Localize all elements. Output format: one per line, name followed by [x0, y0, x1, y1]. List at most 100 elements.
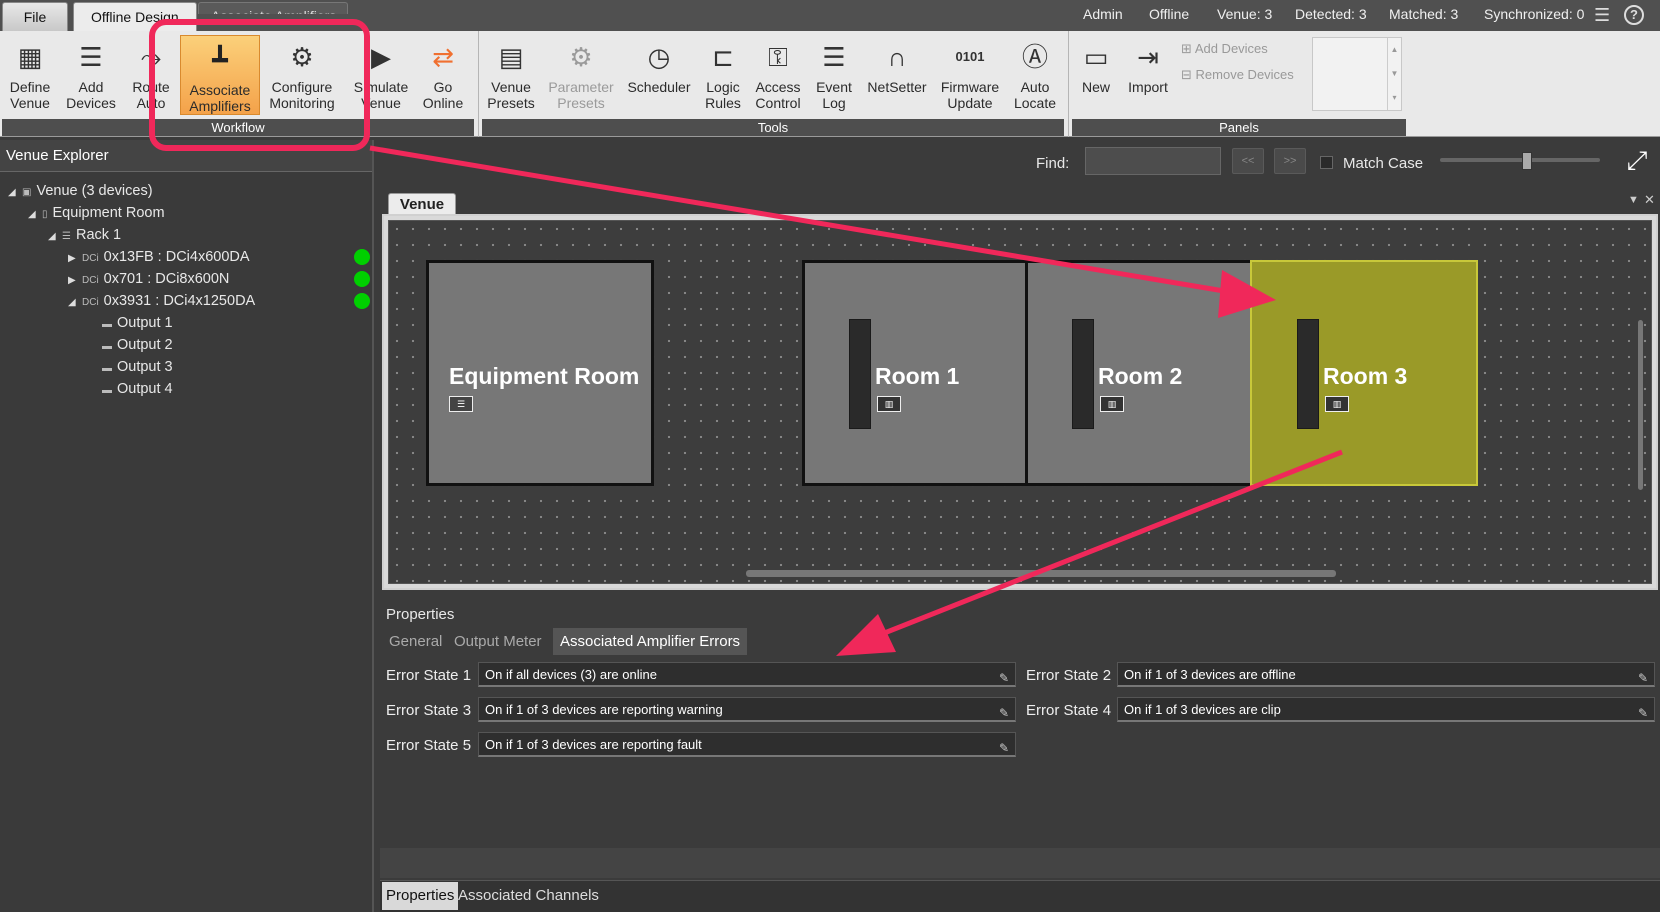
find-next-button[interactable]: >>	[1274, 148, 1306, 174]
venue-document-tab[interactable]: Venue	[388, 193, 456, 215]
output-icon: ▬	[102, 385, 112, 396]
configure-monitoring-button[interactable]: ⚙ Configure Monitoring	[264, 33, 340, 115]
tree-item-label: Output 4	[117, 381, 173, 397]
tree-item-output[interactable]: ▬ Output 2	[102, 334, 173, 356]
tab-associate-amplifiers[interactable]: Associate Amplifiers	[198, 2, 348, 14]
route-auto-button[interactable]: ⤳ Route Auto	[126, 33, 176, 115]
expand-icon[interactable]: ▶	[68, 248, 82, 270]
key-icon: ⚿	[768, 42, 788, 72]
collapse-icon[interactable]: ◢	[28, 204, 42, 226]
tree-item-output[interactable]: ▬ Output 3	[102, 356, 173, 378]
simulate-venue-icon: ▶	[371, 42, 391, 72]
error-state-5-field[interactable]: On if 1 of 3 devices are reporting fault…	[478, 732, 1016, 757]
find-input[interactable]	[1085, 147, 1221, 175]
gallery-scrollbar[interactable]: ▲ ▼ ▾	[1387, 38, 1401, 110]
tree-item-device[interactable]: ▶ DCi 0x701 : DCi8x600N	[68, 268, 229, 290]
add-devices-panel-button[interactable]: ⊞ Add Devices	[1181, 41, 1268, 57]
rack-icon: ☰	[62, 231, 71, 242]
tree-item-output[interactable]: ▬ Output 4	[102, 378, 173, 400]
room-3[interactable]: Room 3 ▥	[1250, 260, 1478, 486]
error-state-3-field[interactable]: On if 1 of 3 devices are reporting warni…	[478, 697, 1016, 722]
access-control-button[interactable]: ⚿ Access Control	[752, 33, 804, 115]
tree-item-device[interactable]: ▶ DCi 0x13FB : DCi4x600DA	[68, 246, 250, 268]
panel-gallery[interactable]: ▲ ▼ ▾	[1312, 37, 1402, 111]
tab-properties[interactable]: Properties	[382, 882, 459, 910]
route-auto-label: Route Auto	[132, 79, 170, 111]
error-state-2-field[interactable]: On if 1 of 3 devices are offline ✎	[1117, 662, 1655, 687]
add-devices-button[interactable]: ☰ Add Devices	[62, 33, 120, 115]
device-icon: DCi	[82, 275, 99, 286]
error-state-4-field[interactable]: On if 1 of 3 devices are clip ✎	[1117, 697, 1655, 722]
tree-item-device[interactable]: ◢ DCi 0x3931 : DCi4x1250DA	[68, 290, 255, 312]
collapse-icon[interactable]: ◢	[8, 182, 22, 204]
edit-icon[interactable]: ✎	[999, 737, 1009, 760]
zoom-slider[interactable]	[1440, 158, 1600, 162]
tools-group-label: Tools	[482, 119, 1064, 136]
tree-item-label: Output 1	[117, 315, 173, 331]
menu-icon[interactable]: ☰	[1594, 5, 1610, 26]
venue-explorer: Venue Explorer ◢ ▣ Venue (3 devices) ◢ ▯ Equ…	[0, 140, 374, 912]
room-equipment-room[interactable]: Equipment Room ☰	[426, 260, 654, 486]
tab-associated-channels[interactable]: Associated Channels	[454, 882, 603, 910]
fullscreen-icon[interactable]: ⤢	[1622, 146, 1652, 176]
error-state-label: Error State 4	[1026, 702, 1112, 719]
error-state-label: Error State 2	[1026, 667, 1112, 684]
collapse-icon[interactable]: ◢	[48, 226, 62, 248]
edit-icon[interactable]: ✎	[1638, 667, 1648, 690]
edit-icon[interactable]: ✎	[999, 702, 1009, 725]
match-case-checkbox[interactable]	[1320, 156, 1333, 169]
import-button[interactable]: ⇥ Import	[1122, 33, 1174, 115]
firmware-update-button[interactable]: 0101 Firmware Update	[938, 33, 1002, 115]
auto-locate-button[interactable]: Ⓐ Auto Locate	[1010, 33, 1060, 115]
room-1[interactable]: Room 1 ▥	[802, 260, 1028, 486]
logic-rules-button[interactable]: ⊏ Logic Rules	[700, 33, 746, 115]
remove-devices-panel-label: Remove Devices	[1195, 67, 1294, 82]
venue-presets-button[interactable]: ▤ Venue Presets	[484, 33, 538, 115]
find-prev-button[interactable]: <<	[1232, 148, 1264, 174]
route-auto-icon: ⤳	[140, 42, 162, 72]
scheduler-button[interactable]: ◷ Scheduler	[626, 33, 692, 115]
tree-item-venue[interactable]: ◢ ▣ Venue (3 devices)	[8, 180, 153, 202]
netsetter-icon: ∩	[887, 42, 907, 72]
edit-icon[interactable]: ✎	[1638, 702, 1648, 725]
expand-icon[interactable]: ▶	[68, 270, 82, 292]
match-case-label: Match Case	[1343, 155, 1424, 172]
netsetter-button[interactable]: ∩ NetSetter	[864, 33, 930, 115]
workflow-group-label: Workflow	[2, 119, 474, 136]
tree-item-label: Equipment Room	[52, 205, 165, 221]
remove-devices-panel-button[interactable]: ⊟ Remove Devices	[1181, 67, 1294, 83]
room-name: Equipment Room	[449, 363, 640, 389]
status-detected: Detected: 3	[1295, 6, 1367, 22]
tree-item-equipment-room[interactable]: ◢ ▯ Equipment Room	[28, 202, 165, 224]
help-icon[interactable]: ?	[1624, 5, 1644, 25]
error-state-1-field[interactable]: On if all devices (3) are online ✎	[478, 662, 1016, 687]
close-icon[interactable]: ✕	[1644, 192, 1655, 208]
tree-item-output[interactable]: ▬ Output 1	[102, 312, 173, 334]
status-online-icon	[354, 249, 370, 265]
new-panel-button[interactable]: ▭ New	[1074, 33, 1118, 115]
tab-file[interactable]: File	[2, 2, 68, 31]
room-2[interactable]: Room 2 ▥	[1025, 260, 1253, 486]
tree-item-label: Output 2	[117, 337, 173, 353]
associate-amplifiers-button[interactable]: ┻ Associate Amplifiers	[180, 35, 260, 115]
vertical-scrollbar[interactable]	[1638, 320, 1643, 490]
simulate-venue-button[interactable]: ▶ Simulate Venue	[352, 33, 410, 115]
go-online-button[interactable]: ⇄ Go Online	[416, 33, 470, 115]
tree-item-label: Output 3	[117, 359, 173, 375]
tab-output-meter[interactable]: Output Meter	[447, 628, 549, 655]
error-state-label: Error State 5	[386, 737, 472, 754]
zoom-slider-thumb[interactable]	[1522, 152, 1532, 170]
tab-dropdown-icon[interactable]: ▼	[1628, 194, 1639, 206]
horizontal-scrollbar[interactable]	[746, 570, 1336, 577]
parameter-presets-button[interactable]: ⚙ Parameter Presets	[548, 33, 614, 115]
event-log-button[interactable]: ☰ Event Log	[812, 33, 856, 115]
tree-item-rack[interactable]: ◢ ☰ Rack 1	[48, 224, 121, 246]
venue-presets-icon: ▤	[498, 42, 524, 72]
tab-general[interactable]: General	[382, 628, 449, 655]
define-venue-button[interactable]: ▦ Define Venue	[4, 33, 56, 115]
status-online-icon	[354, 293, 370, 309]
tab-associated-amplifier-errors[interactable]: Associated Amplifier Errors	[553, 628, 748, 655]
collapse-icon[interactable]: ◢	[68, 292, 82, 314]
edit-icon[interactable]: ✎	[999, 667, 1009, 690]
tab-offline-design[interactable]: Offline Design	[73, 2, 197, 31]
